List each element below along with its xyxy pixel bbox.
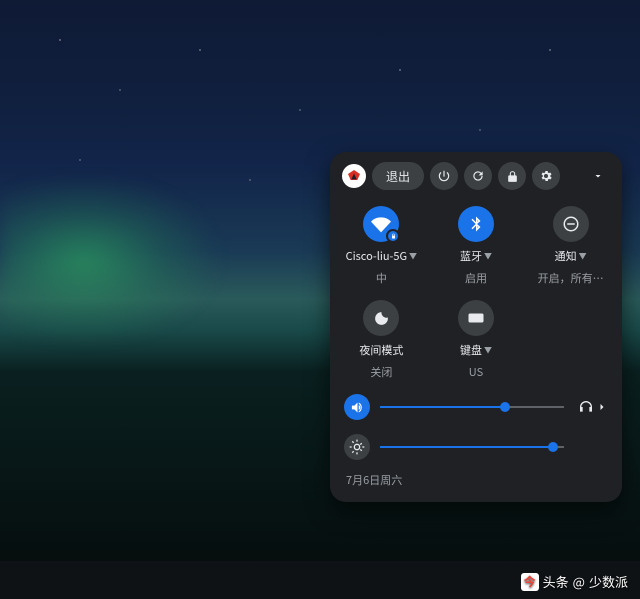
avatar[interactable] — [342, 164, 366, 188]
quick-tiles: Cisco-liu-5G▼ 中 蓝牙▼ 启用 通知▼ 开启，所有… 夜间模式 关… — [330, 196, 622, 386]
bluetooth-sub: 启用 — [465, 270, 487, 286]
watermark-at: @ — [573, 572, 585, 591]
caret-icon: ▼ — [579, 251, 587, 262]
sliders — [330, 386, 622, 462]
moon-icon — [373, 310, 390, 327]
bluetooth-label: 蓝牙▼ — [460, 248, 492, 264]
notifications-toggle[interactable] — [553, 206, 589, 242]
brightness-button[interactable] — [344, 434, 370, 460]
watermark: 今 头条 @ 少数派 — [521, 572, 628, 591]
gear-icon — [539, 169, 553, 183]
caret-icon: ▼ — [484, 251, 492, 262]
brightness-slider[interactable] — [380, 446, 564, 448]
power-icon — [437, 169, 451, 183]
nightlight-label: 夜间模式 — [359, 342, 403, 358]
restart-button[interactable] — [464, 162, 492, 190]
keyboard-icon — [467, 309, 485, 327]
brightness-row — [344, 434, 608, 460]
audio-output-button[interactable] — [574, 399, 608, 415]
collapse-button[interactable] — [584, 162, 612, 190]
nightlight-toggle[interactable] — [363, 300, 399, 336]
notifications-label: 通知▼ — [555, 248, 587, 264]
tile-nightlight[interactable]: 夜间模式 关闭 — [334, 300, 429, 380]
tile-wifi[interactable]: Cisco-liu-5G▼ 中 — [334, 206, 429, 286]
caret-icon: ▼ — [484, 345, 492, 356]
watermark-prefix: 头条 — [543, 572, 569, 591]
caret-icon: ▼ — [409, 251, 417, 262]
keyboard-label: 键盘▼ — [460, 342, 492, 358]
avatar-logo-icon — [346, 168, 362, 184]
headphones-icon — [578, 399, 594, 415]
tile-keyboard[interactable]: 键盘▼ US — [429, 300, 524, 380]
restart-icon — [471, 169, 485, 183]
volume-row — [344, 394, 608, 420]
bluetooth-toggle[interactable] — [458, 206, 494, 242]
aurora — [0, 180, 280, 380]
keyboard-toggle[interactable] — [458, 300, 494, 336]
wifi-lock-badge — [386, 229, 400, 243]
volume-button[interactable] — [344, 394, 370, 420]
brightness-icon — [349, 439, 365, 455]
wifi-toggle[interactable] — [363, 206, 399, 242]
tile-bluetooth[interactable]: 蓝牙▼ 启用 — [429, 206, 524, 286]
sign-out-label: 退出 — [386, 170, 410, 184]
notifications-sub: 开启，所有… — [538, 270, 604, 286]
date-label: 7月6日周六 — [346, 472, 402, 488]
dnd-icon — [562, 215, 580, 233]
sign-out-button[interactable]: 退出 — [372, 162, 424, 190]
wifi-sub: 中 — [376, 270, 387, 286]
bluetooth-icon — [467, 215, 485, 233]
settings-button[interactable] — [532, 162, 560, 190]
quick-settings-panel: 退出 Cisco-liu-5G▼ 中 — [330, 152, 622, 502]
panel-footer: 7月6日周六 — [330, 462, 622, 502]
lock-icon — [506, 170, 519, 183]
tile-notifications[interactable]: 通知▼ 开启，所有… — [523, 206, 618, 286]
watermark-name: 少数派 — [589, 572, 628, 591]
chevron-down-icon — [592, 170, 604, 182]
wifi-label: Cisco-liu-5G▼ — [346, 248, 417, 264]
lock-button[interactable] — [498, 162, 526, 190]
watermark-logo-icon: 今 — [521, 573, 539, 591]
volume-slider[interactable] — [380, 406, 564, 408]
panel-header: 退出 — [330, 152, 622, 196]
chevron-right-icon — [596, 401, 608, 413]
nightlight-sub: 关闭 — [370, 364, 392, 380]
keyboard-sub: US — [469, 364, 483, 380]
volume-icon — [350, 400, 365, 415]
power-button[interactable] — [430, 162, 458, 190]
